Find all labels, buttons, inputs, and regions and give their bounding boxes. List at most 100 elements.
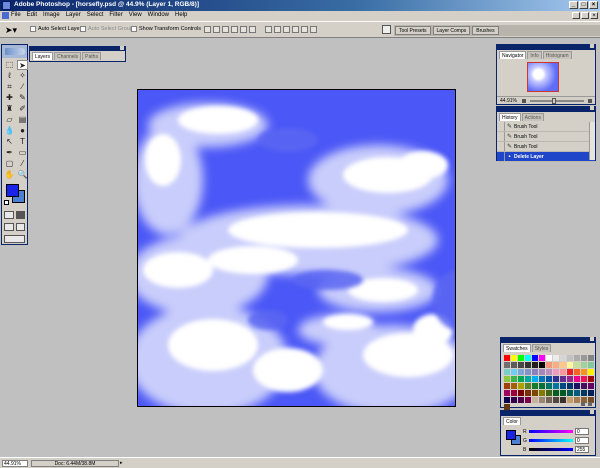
palette-close-icon[interactable]	[590, 337, 594, 341]
swatch-cell[interactable]	[567, 355, 573, 361]
swatch-cell[interactable]	[553, 383, 559, 389]
align-vcenter-icon[interactable]	[213, 26, 220, 33]
swatch-cell[interactable]	[546, 397, 552, 403]
swatch-cell[interactable]	[588, 390, 594, 396]
marquee-tool-icon[interactable]: ⬚	[4, 60, 15, 70]
swatch-cell[interactable]	[553, 390, 559, 396]
align-hcenter-icon[interactable]	[240, 26, 247, 33]
swatch-cell[interactable]	[511, 362, 517, 368]
lasso-tool-icon[interactable]: ℓ	[4, 71, 15, 81]
green-channel-slider[interactable]	[529, 439, 573, 442]
slice-tool-icon[interactable]: ∕	[17, 82, 28, 92]
menu-view[interactable]: View	[129, 12, 142, 18]
history-item[interactable]: ✎ Brush Tool	[497, 122, 595, 132]
blur-tool-icon[interactable]: 💧	[4, 126, 15, 136]
distribute-top-icon[interactable]	[265, 26, 272, 33]
type-tool-icon[interactable]: T	[17, 137, 28, 147]
blue-channel-value[interactable]: 255	[575, 446, 589, 453]
swatch-cell[interactable]	[518, 376, 524, 382]
swatch-cell[interactable]	[588, 383, 594, 389]
green-channel-value[interactable]: 0	[575, 437, 589, 444]
swatch-cell[interactable]	[560, 355, 566, 361]
color-foreground-swatch[interactable]	[506, 430, 516, 440]
swatch-cell[interactable]	[546, 355, 552, 361]
menu-file[interactable]: File	[11, 12, 21, 18]
jump-to-imageready-button[interactable]	[4, 235, 25, 243]
swatch-cell[interactable]	[539, 369, 545, 375]
swatch-cell[interactable]	[581, 383, 587, 389]
history-brush-tool-icon[interactable]: ✐	[17, 104, 28, 114]
swatch-cell[interactable]	[574, 362, 580, 368]
swatch-cell[interactable]	[588, 362, 594, 368]
tab-info[interactable]: Info	[527, 51, 542, 59]
swatch-cell[interactable]	[574, 397, 580, 403]
palette-title-strip[interactable]	[497, 106, 595, 112]
status-menu-arrow-icon[interactable]: ▸	[120, 460, 126, 467]
shape-tool-icon[interactable]: ▭	[17, 148, 28, 158]
swatch-cell[interactable]	[525, 376, 531, 382]
swatch-cell[interactable]	[581, 362, 587, 368]
distribute-right-icon[interactable]	[310, 26, 317, 33]
swatch-cell[interactable]	[504, 383, 510, 389]
move-tool-icon[interactable]: ➤	[17, 60, 28, 70]
quick-mask-mode-button[interactable]	[15, 211, 25, 219]
file-browser-icon[interactable]	[382, 25, 391, 34]
palette-close-icon[interactable]	[590, 410, 594, 414]
full-screen-menu-mode-button[interactable]	[15, 223, 25, 231]
doc-restore-button[interactable]	[581, 12, 589, 19]
swatch-cell[interactable]	[553, 362, 559, 368]
align-right-icon[interactable]	[249, 26, 256, 33]
swatch-cell[interactable]	[532, 369, 538, 375]
swatch-cell[interactable]	[518, 383, 524, 389]
red-channel-slider[interactable]	[529, 430, 573, 433]
swatch-cell[interactable]	[574, 355, 580, 361]
swatch-cell[interactable]	[581, 369, 587, 375]
swatch-cell[interactable]	[567, 390, 573, 396]
swatch-cell[interactable]	[504, 376, 510, 382]
swatch-cell[interactable]	[539, 383, 545, 389]
dodge-tool-icon[interactable]: ●	[17, 126, 28, 136]
well-tab-layer-comps[interactable]: Layer Comps	[432, 26, 471, 35]
history-item[interactable]: ✎ Brush Tool	[497, 132, 595, 142]
swatch-cell[interactable]	[504, 369, 510, 375]
standard-mode-button[interactable]	[4, 211, 14, 219]
well-tab-brushes[interactable]: Brushes	[472, 26, 499, 35]
tab-history[interactable]: History	[499, 113, 521, 121]
toolbox-header[interactable]	[2, 45, 27, 58]
swatch-cell[interactable]	[532, 390, 538, 396]
auto-select-groups-checkbox[interactable]	[80, 26, 86, 32]
distribute-hcenter-icon[interactable]	[301, 26, 308, 33]
swatch-cell[interactable]	[560, 362, 566, 368]
doc-minimize-button[interactable]	[572, 12, 580, 19]
swatch-cell[interactable]	[567, 397, 573, 403]
align-bottom-icon[interactable]	[222, 26, 229, 33]
distribute-left-icon[interactable]	[292, 26, 299, 33]
palette-title-strip[interactable]	[30, 46, 125, 51]
swatch-cell[interactable]	[588, 376, 594, 382]
status-zoom-field[interactable]: 44.91%	[2, 460, 28, 467]
minimize-button[interactable]: _	[569, 1, 578, 9]
swatch-cell[interactable]	[539, 355, 545, 361]
foreground-color-swatch[interactable]	[6, 184, 19, 197]
swatch-cell[interactable]	[567, 369, 573, 375]
swatch-cell[interactable]	[574, 369, 580, 375]
swatch-cell[interactable]	[574, 390, 580, 396]
swatch-cell[interactable]	[504, 397, 510, 403]
swatch-cell[interactable]	[581, 355, 587, 361]
menu-help[interactable]: Help	[175, 12, 187, 18]
swatch-cell[interactable]	[518, 397, 524, 403]
swatch-cell[interactable]	[560, 383, 566, 389]
palette-title-strip[interactable]	[501, 410, 595, 416]
swatch-cell[interactable]	[546, 390, 552, 396]
crop-tool-icon[interactable]: ⌗	[4, 82, 15, 92]
swatch-cell[interactable]	[532, 362, 538, 368]
swatch-cell[interactable]	[504, 390, 510, 396]
swatch-cell[interactable]	[511, 376, 517, 382]
tab-swatches[interactable]: Swatches	[503, 344, 531, 352]
hand-tool-icon[interactable]: ✋	[4, 170, 15, 180]
brush-tool-icon[interactable]: ✎	[17, 93, 28, 103]
swatch-cell[interactable]	[532, 397, 538, 403]
menu-image[interactable]: Image	[43, 12, 60, 18]
show-transform-controls-option[interactable]: Show Transform Controls	[131, 26, 201, 32]
swatch-cell[interactable]	[525, 397, 531, 403]
